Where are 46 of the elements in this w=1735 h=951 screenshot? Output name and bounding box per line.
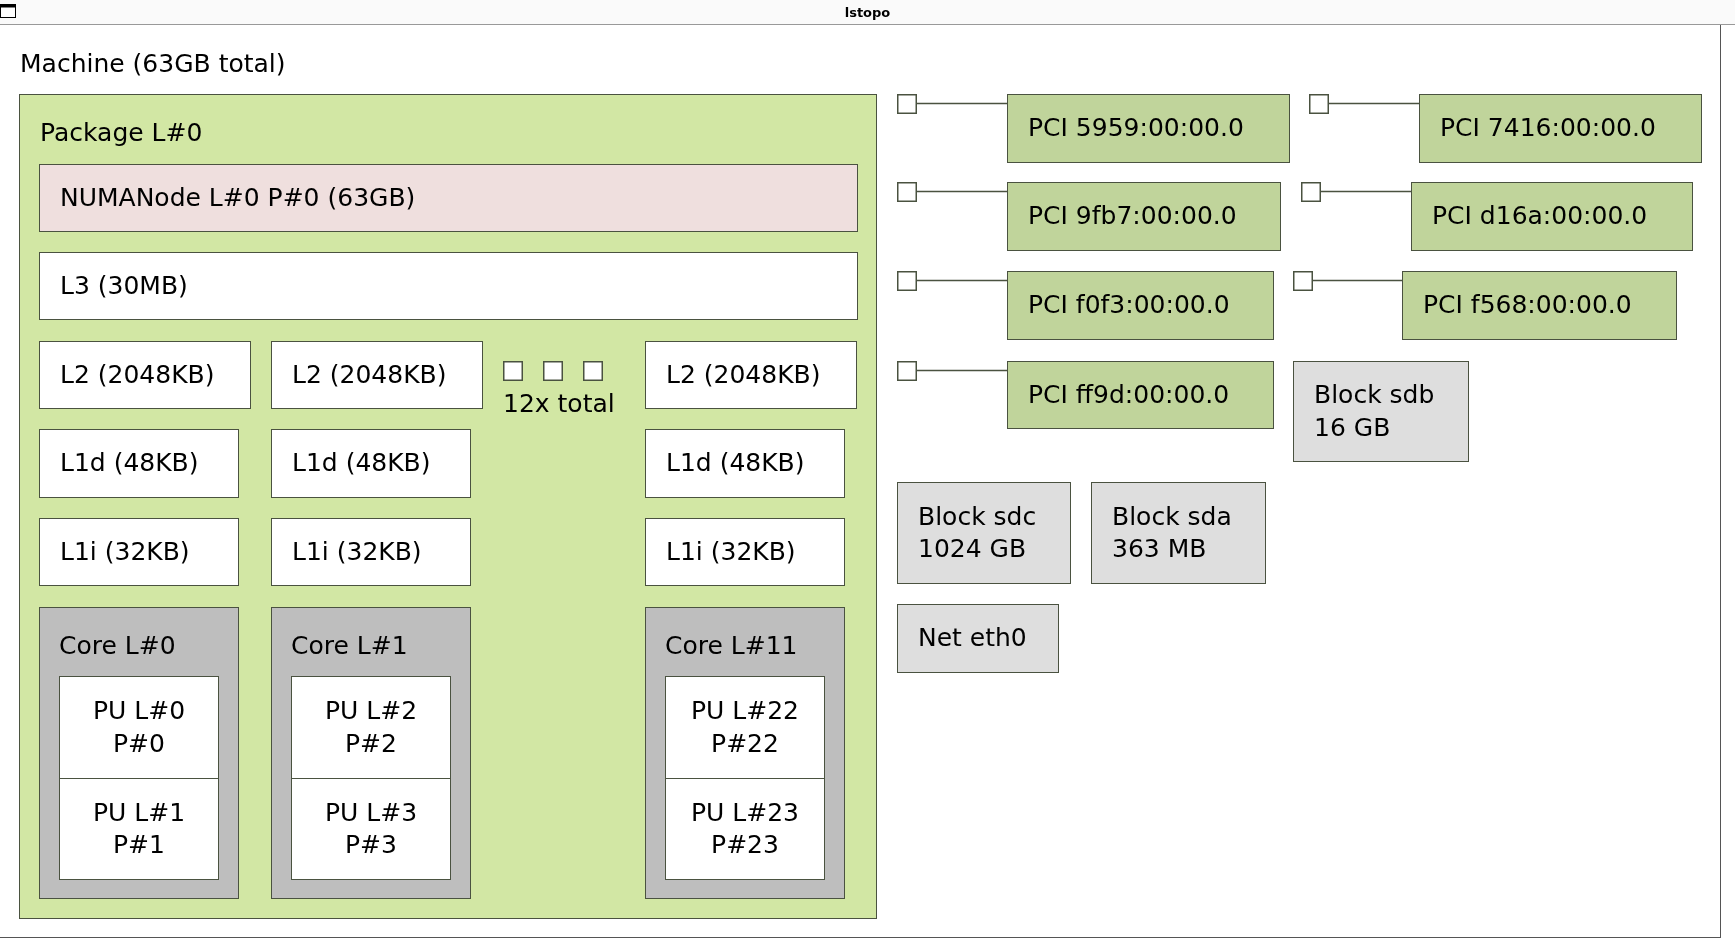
- block-device: Block sdc 1024 GB: [897, 482, 1071, 584]
- collapsed-square-icon: [543, 361, 563, 381]
- collapsed-count: 12x total: [503, 389, 615, 419]
- pu-box: PU L#3 P#3: [291, 778, 451, 880]
- pci-device: PCI 5959:00:00.0: [1007, 94, 1290, 163]
- bus-connector-icon: [1301, 182, 1411, 202]
- network-device: Net eth0: [897, 604, 1059, 673]
- numa-node: NUMANode L#0 P#0 (63GB): [39, 164, 858, 232]
- window-icon[interactable]: [0, 4, 16, 18]
- bus-connector-icon: [897, 271, 1007, 291]
- l2-cache: L2 (2048KB): [271, 341, 483, 409]
- pci-device: PCI 9fb7:00:00.0: [1007, 182, 1281, 251]
- pci-device: PCI 7416:00:00.0: [1419, 94, 1702, 163]
- l1i-cache: L1i (32KB): [271, 518, 471, 586]
- pci-device: PCI d16a:00:00.0: [1411, 182, 1693, 251]
- l1d-cache: L1d (48KB): [271, 429, 471, 498]
- bus-connector-icon: [897, 361, 1007, 381]
- pu-box: PU L#22 P#22: [665, 676, 825, 779]
- l1i-cache: L1i (32KB): [39, 518, 239, 586]
- window-title: lstopo: [844, 4, 891, 20]
- pu-box: PU L#23 P#23: [665, 778, 825, 880]
- collapsed-square-icon: [583, 361, 603, 381]
- l1i-cache: L1i (32KB): [645, 518, 845, 586]
- bus-connector-icon: [897, 182, 1007, 202]
- bus-connector-icon: [1293, 271, 1402, 291]
- block-device: Block sda 363 MB: [1091, 482, 1266, 584]
- l1d-cache: L1d (48KB): [645, 429, 845, 498]
- core-label: Core L#11: [665, 631, 798, 661]
- machine-label: Machine (63GB total): [20, 49, 286, 79]
- block-device: Block sdb 16 GB: [1293, 361, 1469, 462]
- collapsed-square-icon: [503, 361, 523, 381]
- bus-connector-icon: [897, 94, 1007, 114]
- pu-box: PU L#2 P#2: [291, 676, 451, 779]
- pu-box: PU L#1 P#1: [59, 778, 219, 880]
- core-label: Core L#1: [291, 631, 408, 661]
- bus-connector-icon: [1309, 94, 1419, 114]
- l1d-cache: L1d (48KB): [39, 429, 239, 498]
- pci-device: PCI ff9d:00:00.0: [1007, 361, 1274, 429]
- pci-device: PCI f0f3:00:00.0: [1007, 271, 1274, 340]
- l2-cache: L2 (2048KB): [39, 341, 251, 409]
- pu-box: PU L#0 P#0: [59, 676, 219, 779]
- l3-cache: L3 (30MB): [39, 252, 858, 320]
- package-label: Package L#0: [40, 118, 203, 148]
- core-label: Core L#0: [59, 631, 176, 661]
- pci-device: PCI f568:00:00.0: [1402, 271, 1677, 340]
- l2-cache: L2 (2048KB): [645, 341, 857, 409]
